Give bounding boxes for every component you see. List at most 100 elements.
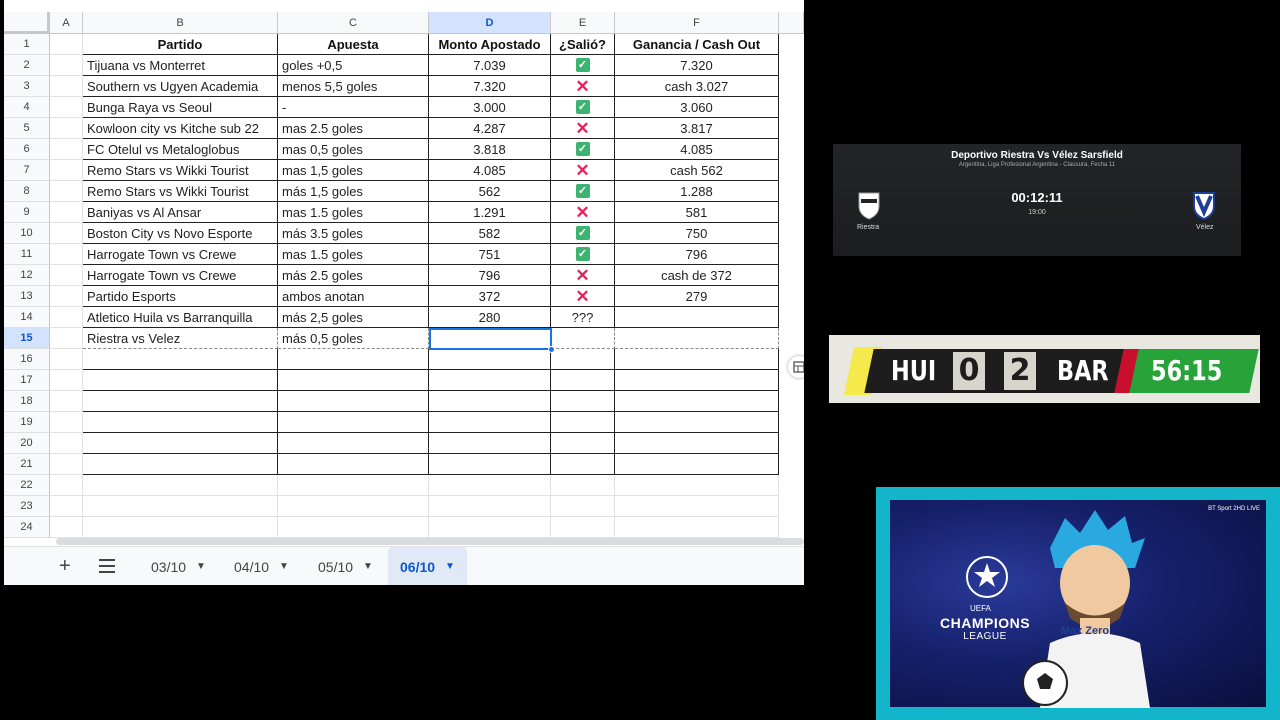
row-header-10[interactable]: 10 [4, 223, 50, 244]
cell-partido[interactable]: Kowloon city vs Kitche sub 22 [83, 118, 278, 139]
cell-empty[interactable] [83, 517, 278, 538]
cell-salio[interactable]: ✓ [551, 139, 615, 160]
column-header-b[interactable]: B [83, 12, 278, 34]
cell-a5[interactable] [50, 118, 83, 139]
cell-empty[interactable] [429, 370, 551, 391]
cell-monto[interactable]: 751 [429, 244, 551, 265]
cell-empty[interactable] [551, 370, 615, 391]
cell-empty[interactable] [278, 454, 429, 475]
horizontal-scrollbar[interactable] [56, 538, 804, 545]
cell-partido[interactable]: Bunga Raya vs Seoul [83, 97, 278, 118]
cell-apuesta[interactable]: - [278, 97, 429, 118]
row-header-23[interactable]: 23 [4, 496, 50, 517]
fill-handle[interactable] [548, 346, 555, 353]
cell-ganancia[interactable]: 581 [615, 202, 779, 223]
cell-partido[interactable]: Atletico Huila vs Barranquilla [83, 307, 278, 328]
cell-empty[interactable] [551, 496, 615, 517]
header-salio[interactable]: ¿Salió? [551, 34, 615, 55]
cell-apuesta[interactable]: más 2,5 goles [278, 307, 429, 328]
cell-a17[interactable] [50, 370, 83, 391]
cell-apuesta[interactable]: ambos anotan [278, 286, 429, 307]
cell-empty[interactable] [83, 496, 278, 517]
cell-salio[interactable]: ✕ [551, 286, 615, 307]
cell-apuesta[interactable]: más 0,5 goles [278, 328, 429, 349]
header-ganancia[interactable]: Ganancia / Cash Out [615, 34, 779, 55]
row-header-11[interactable]: 11 [4, 244, 50, 265]
column-header-d[interactable]: D [429, 12, 551, 34]
cell-salio[interactable]: ✕ [551, 118, 615, 139]
column-header-e[interactable]: E [551, 12, 615, 34]
cell-a7[interactable] [50, 160, 83, 181]
row-header-22[interactable]: 22 [4, 475, 50, 496]
cell-a21[interactable] [50, 454, 83, 475]
cell-empty[interactable] [83, 475, 278, 496]
sheet-tab-03-10[interactable]: 03/10 ▼ [139, 547, 218, 585]
cell-ganancia[interactable]: 7.320 [615, 55, 779, 76]
cell-empty[interactable] [551, 391, 615, 412]
cell-a16[interactable] [50, 349, 83, 370]
cell-partido[interactable]: Riestra vs Velez [83, 328, 278, 349]
cell-a20[interactable] [50, 433, 83, 454]
cell-monto[interactable]: 280 [429, 307, 551, 328]
row-header-7[interactable]: 7 [4, 160, 50, 181]
cell-monto[interactable]: 796 [429, 265, 551, 286]
cell-monto[interactable]: 372 [429, 286, 551, 307]
cell-apuesta[interactable]: mas 1.5 goles [278, 202, 429, 223]
row-header-5[interactable]: 5 [4, 118, 50, 139]
cell-empty[interactable] [83, 433, 278, 454]
cell-a22[interactable] [50, 475, 83, 496]
cell-ganancia[interactable]: 1.288 [615, 181, 779, 202]
cell-empty[interactable] [615, 370, 779, 391]
all-sheets-menu-icon[interactable] [99, 559, 115, 573]
cell-a15[interactable] [50, 328, 83, 349]
caret-down-icon[interactable]: ▼ [363, 561, 373, 572]
cell-ganancia[interactable]: cash 562 [615, 160, 779, 181]
cell-empty[interactable] [429, 433, 551, 454]
cell-partido[interactable]: Tijuana vs Monterret [83, 55, 278, 76]
row-header-21[interactable]: 21 [4, 454, 50, 475]
cell-salio[interactable] [551, 328, 615, 349]
cell-empty[interactable] [429, 349, 551, 370]
row-header-9[interactable]: 9 [4, 202, 50, 223]
caret-down-icon[interactable]: ▼ [196, 561, 206, 572]
cell-salio[interactable]: ✓ [551, 181, 615, 202]
sheet-tab-06-10[interactable]: 06/10 ▼ [388, 547, 467, 585]
cell-monto[interactable]: 4.287 [429, 118, 551, 139]
caret-down-icon[interactable]: ▼ [445, 561, 455, 572]
row-header-3[interactable]: 3 [4, 76, 50, 97]
cell-monto[interactable]: 3.000 [429, 97, 551, 118]
cell-empty[interactable] [551, 475, 615, 496]
sheet-tab-04-10[interactable]: 04/10 ▼ [222, 547, 301, 585]
cell-salio[interactable]: ✓ [551, 55, 615, 76]
cell-empty[interactable] [429, 454, 551, 475]
cell-monto[interactable]: 582 [429, 223, 551, 244]
caret-down-icon[interactable]: ▼ [279, 561, 289, 572]
row-header-20[interactable]: 20 [4, 433, 50, 454]
explore-icon[interactable] [788, 356, 804, 378]
cell-ganancia[interactable]: 279 [615, 286, 779, 307]
column-header-a[interactable]: A [50, 12, 83, 34]
cell-salio[interactable]: ✕ [551, 265, 615, 286]
row-header-2[interactable]: 2 [4, 55, 50, 76]
cell-empty[interactable] [278, 475, 429, 496]
cell-a13[interactable] [50, 286, 83, 307]
cell-empty[interactable] [551, 412, 615, 433]
cell-apuesta[interactable]: goles +0,5 [278, 55, 429, 76]
cell-a24[interactable] [50, 517, 83, 538]
cell-a2[interactable] [50, 55, 83, 76]
column-header-c[interactable]: C [278, 12, 429, 34]
row-header-4[interactable]: 4 [4, 97, 50, 118]
cell-empty[interactable] [429, 496, 551, 517]
cell-apuesta[interactable]: menos 5,5 goles [278, 76, 429, 97]
cell-ganancia[interactable]: 4.085 [615, 139, 779, 160]
header-monto[interactable]: Monto Apostado [429, 34, 551, 55]
cell-monto[interactable]: 4.085 [429, 160, 551, 181]
cell-a23[interactable] [50, 496, 83, 517]
row-header-15[interactable]: 15 [4, 328, 50, 349]
cell-salio[interactable]: ✓ [551, 244, 615, 265]
cell-a3[interactable] [50, 76, 83, 97]
cell-empty[interactable] [83, 370, 278, 391]
cell-a10[interactable] [50, 223, 83, 244]
cell-monto[interactable]: 562 [429, 181, 551, 202]
row-header-1[interactable]: 1 [4, 34, 50, 55]
